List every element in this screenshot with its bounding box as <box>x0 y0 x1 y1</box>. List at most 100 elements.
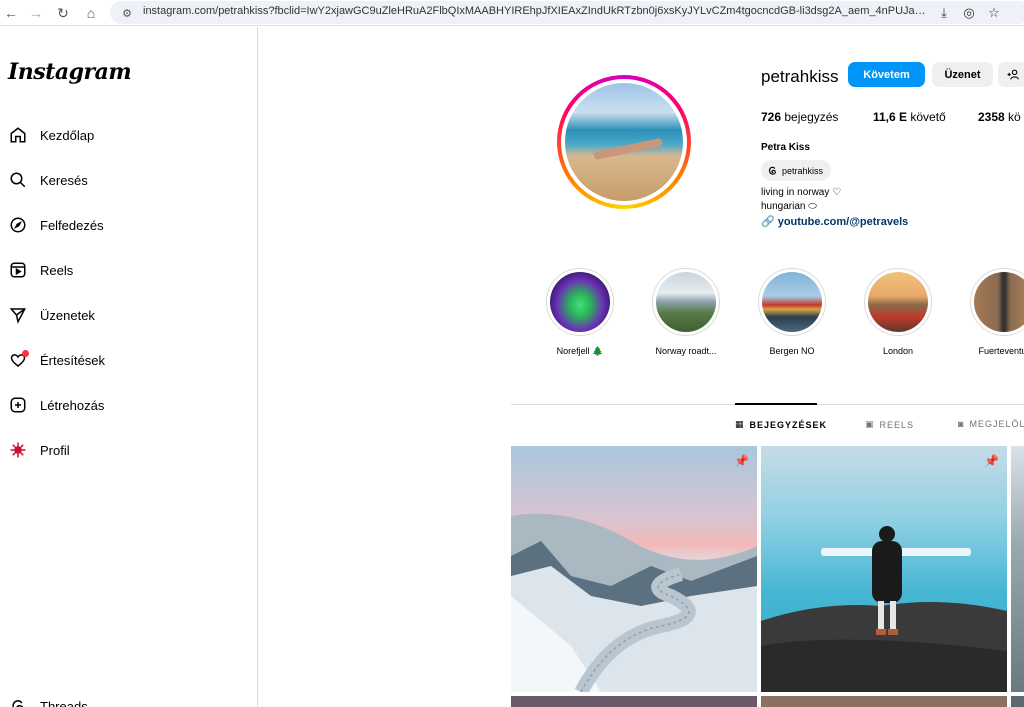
threads-badge[interactable]: petrahkiss <box>761 160 832 181</box>
highlight-label: Fuerteventur <box>978 346 1024 356</box>
highlight-ring <box>970 268 1024 336</box>
sidebar-item-label: Felfedezés <box>40 217 104 233</box>
highlight-item[interactable]: Bergen NO <box>752 268 832 356</box>
highlight-item[interactable]: Norway roadt... <box>646 268 726 356</box>
avatar-photo <box>565 83 683 201</box>
avatar-icon <box>8 440 28 460</box>
following-stat[interactable]: 2358 kö <box>978 110 1021 124</box>
highlight-cover <box>868 272 928 332</box>
active-tab-indicator <box>735 403 817 405</box>
sidebar-item-create[interactable]: Létrehozás <box>8 393 104 417</box>
followers-label: követő <box>910 110 946 124</box>
sidebar-item-label: Keresés <box>40 172 88 188</box>
highlight-ring <box>864 268 932 336</box>
highlight-ring <box>758 268 826 336</box>
highlight-item[interactable]: London <box>858 268 938 356</box>
profile-full-name: Petra Kiss <box>761 142 810 153</box>
highlight-ring <box>546 268 614 336</box>
heart-icon <box>8 350 29 370</box>
bio-line: living in norway ♡ <box>761 187 842 198</box>
threads-icon <box>768 166 776 175</box>
reload-icon[interactable]: ↻ <box>54 4 72 22</box>
posts-label: bejegyzés <box>784 110 839 124</box>
highlight-label: London <box>882 346 914 356</box>
tag-icon: ◙ <box>958 419 965 429</box>
highlight-ring <box>652 268 720 336</box>
pin-icon: 📌 <box>984 454 999 468</box>
tab-tagged[interactable]: ◙ MEGJELÖL <box>958 419 1024 429</box>
compass-icon <box>8 215 28 235</box>
sidebar-item-threads[interactable]: Threads <box>8 694 88 707</box>
bio-line: hungarian ⬭ <box>761 201 817 212</box>
add-user-icon <box>1007 69 1019 80</box>
sidebar-item-messages[interactable]: Üzenetek <box>8 303 95 327</box>
sidebar-item-label: Profil <box>40 442 70 458</box>
highlight-cover <box>974 272 1024 332</box>
install-icon[interactable]: ⤓ <box>935 4 953 22</box>
post-thumbnail[interactable] <box>1011 696 1024 707</box>
followers-count: 11,6 E <box>873 110 908 124</box>
sidebar-item-search[interactable]: Keresés <box>8 168 88 192</box>
following-label: kö <box>1008 110 1021 124</box>
sidebar: Instagram Kezdőlap Keresés Felfedezés Re… <box>0 27 258 707</box>
message-button[interactable]: Üzenet <box>932 62 993 87</box>
site-info-icon[interactable]: ⚙ <box>118 4 136 22</box>
sidebar-item-label: Kezdőlap <box>40 127 95 143</box>
eye-off-icon[interactable]: ◎ <box>960 4 978 22</box>
tab-reels[interactable]: ▣ REELS <box>865 419 914 430</box>
avatar-figure <box>592 137 664 161</box>
url-text[interactable]: instagram.com/petrahkiss?fbclid=IwY2xjaw… <box>143 5 933 17</box>
reels-icon <box>8 260 28 280</box>
instagram-logo[interactable]: Instagram <box>8 59 132 85</box>
post-thumbnail[interactable]: 📌 <box>511 446 757 692</box>
highlight-label: Norway roadt... <box>655 346 717 356</box>
post-thumbnail[interactable] <box>511 696 757 707</box>
highlight-label: Bergen NO <box>769 346 815 356</box>
highlight-cover <box>762 272 822 332</box>
link-icon: 🔗 <box>761 216 775 228</box>
sidebar-item-label: Értesítések <box>40 352 106 368</box>
sidebar-item-notifications[interactable]: Értesítések <box>8 348 105 372</box>
highlight-item[interactable]: Fuerteventur <box>964 268 1024 356</box>
bookmark-star-icon[interactable]: ☆ <box>985 4 1003 22</box>
avatar-border <box>561 79 687 205</box>
sidebar-item-label: Üzenetek <box>40 307 95 323</box>
highlight-item[interactable]: Norefjell 🌲 <box>540 268 620 357</box>
highlight-cover <box>656 272 716 332</box>
posts-stat: 726 bejegyzés <box>761 110 838 124</box>
back-icon[interactable]: ← <box>2 4 20 22</box>
following-button[interactable]: Követem <box>848 62 925 87</box>
reels-icon: ▣ <box>865 419 875 429</box>
add-user-button[interactable] <box>998 62 1024 87</box>
tab-posts[interactable]: ▦ BEJEGYZÉSEK <box>735 419 827 430</box>
sidebar-item-label: Reels <box>40 262 74 278</box>
tab-label: REELS <box>879 419 915 430</box>
sidebar-item-explore[interactable]: Felfedezés <box>8 213 104 237</box>
home-browser-icon[interactable]: ⌂ <box>82 4 100 22</box>
sidebar-item-label: Threads <box>40 698 88 707</box>
post-image <box>511 446 757 692</box>
profile-avatar[interactable] <box>557 75 691 209</box>
profile-link[interactable]: 🔗 youtube.com/@petravels <box>761 215 908 228</box>
pin-icon: 📌 <box>734 454 749 468</box>
forward-icon[interactable]: → <box>27 4 45 22</box>
highlight-cover <box>550 272 610 332</box>
post-thumbnail[interactable]: 📌 <box>761 446 1007 692</box>
highlight-label: Norefjell 🌲 <box>556 346 604 356</box>
posts-count: 726 <box>761 110 782 124</box>
send-icon <box>8 305 28 325</box>
threads-icon <box>8 696 28 707</box>
tab-label: BEJEGYZÉSEK <box>749 419 828 430</box>
sidebar-item-reels[interactable]: Reels <box>8 258 73 282</box>
sidebar-item-label: Létrehozás <box>40 397 105 413</box>
search-icon <box>8 170 28 190</box>
tab-label: MEGJELÖL <box>969 419 1024 429</box>
post-thumbnail[interactable] <box>761 696 1007 707</box>
sidebar-item-home[interactable]: Kezdőlap <box>8 123 94 147</box>
grid-icon: ▦ <box>735 419 745 429</box>
post-thumbnail[interactable] <box>1011 446 1024 692</box>
followers-stat[interactable]: 11,6 E követő <box>873 110 946 124</box>
plus-square-icon <box>8 395 28 415</box>
following-count: 2358 <box>978 110 1005 124</box>
sidebar-item-profile[interactable]: Profil <box>8 438 70 462</box>
